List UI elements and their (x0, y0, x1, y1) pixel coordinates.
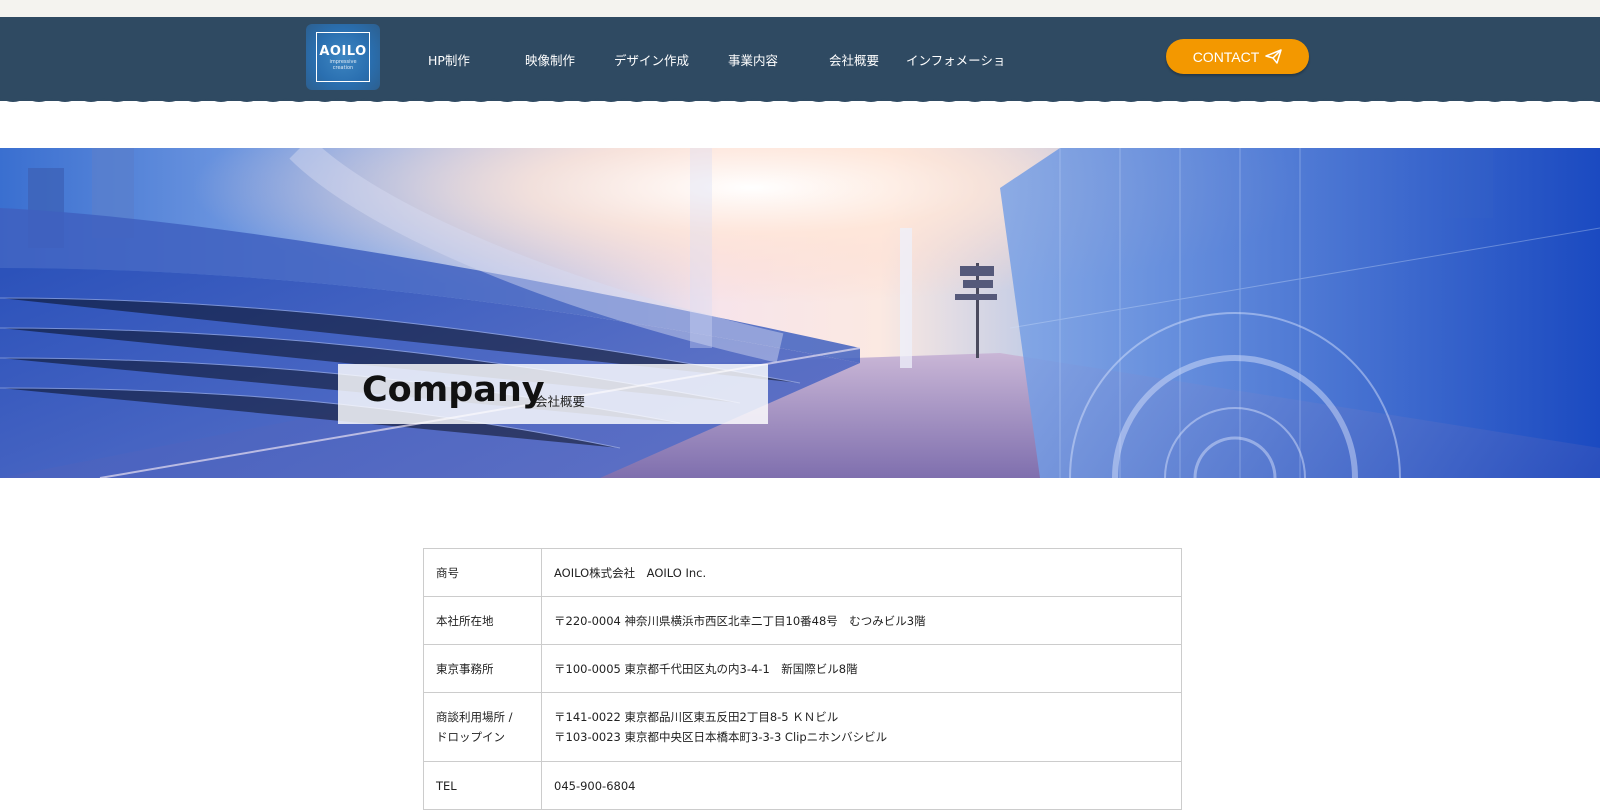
hero-title: Company (362, 370, 545, 410)
row-value-line: 〒103-0023 東京都中央区日本橋本町3-3-3 Clipニホンバシビル (554, 730, 888, 744)
row-label-line: ドロップイン (436, 730, 505, 744)
row-value: 045-900-6804 (541, 761, 1182, 810)
nav-information[interactable]: インフォメーショ (906, 50, 1005, 69)
company-info-table: 商号 AOILO株式会社 AOILO Inc. 本社所在地 〒220-0004 … (423, 548, 1182, 810)
nav-company[interactable]: 会社概要 (829, 50, 879, 69)
logo-text: AOILO (319, 43, 367, 59)
row-value: AOILO株式会社 AOILO Inc. (541, 548, 1182, 597)
table-row: TEL 045-900-6804 (423, 761, 1182, 810)
table-row: 東京事務所 〒100-0005 東京都千代田区丸の内3-4-1 新国際ビル8階 (423, 644, 1182, 693)
hero-banner (0, 148, 1600, 478)
nav-video-production[interactable]: 映像制作 (525, 50, 575, 69)
logo-tagline-2: creation (332, 64, 354, 71)
hero-cityscape-image (0, 148, 1600, 478)
contact-button[interactable]: CONTACT (1166, 39, 1309, 74)
nav-design[interactable]: デザイン作成 (614, 50, 689, 69)
nav-business[interactable]: 事業内容 (728, 50, 778, 69)
row-label: 東京事務所 (423, 644, 542, 693)
row-value: 〒220-0004 神奈川県横浜市西区北幸二丁目10番48号 むつみビル3階 (541, 596, 1182, 645)
table-row: 商談利用場所 / ドロップイン 〒141-0022 東京都品川区東五反田2丁目8… (423, 692, 1182, 762)
contact-label: CONTACT (1192, 48, 1260, 65)
row-value: 〒100-0005 東京都千代田区丸の内3-4-1 新国際ビル8階 (541, 644, 1182, 693)
hero-subtitle: 会社概要 (535, 394, 586, 409)
site-logo[interactable]: AOILO impressive creation (306, 24, 380, 90)
row-label: 本社所在地 (423, 596, 542, 645)
table-row: 本社所在地 〒220-0004 神奈川県横浜市西区北幸二丁目10番48号 むつみ… (423, 596, 1182, 645)
top-strip (0, 0, 1600, 17)
row-label: 商談利用場所 / ドロップイン (423, 692, 542, 762)
nav-hp-production[interactable]: HP制作 (428, 50, 470, 69)
header-wave-edge (0, 94, 1600, 102)
row-value: 〒141-0022 東京都品川区東五反田2丁目8-5 ＫＮビル 〒103-002… (541, 692, 1182, 762)
row-value-line: 〒141-0022 東京都品川区東五反田2丁目8-5 ＫＮビル (554, 710, 839, 724)
table-row: 商号 AOILO株式会社 AOILO Inc. (423, 548, 1182, 597)
logo-box: AOILO impressive creation (316, 32, 370, 82)
row-label-line: 商談利用場所 / (436, 710, 513, 724)
row-label: 商号 (423, 548, 542, 597)
header-bar (0, 17, 1600, 101)
paper-plane-icon (1265, 49, 1283, 64)
row-label: TEL (423, 761, 542, 810)
